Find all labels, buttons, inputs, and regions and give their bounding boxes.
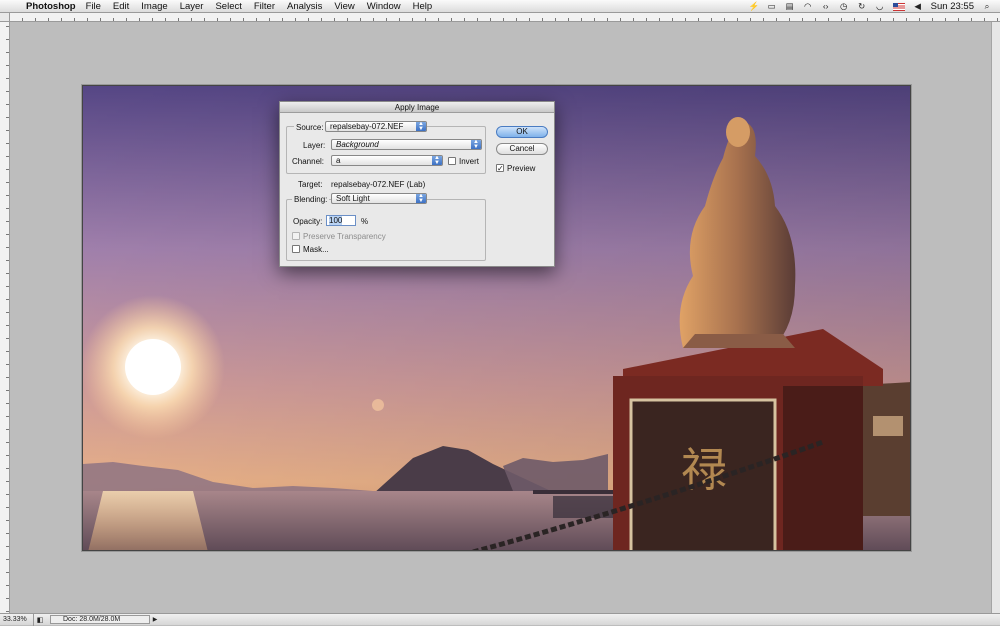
headphones-icon[interactable]: ◡ <box>875 2 885 11</box>
status-menu-arrow-icon[interactable]: ▶ <box>150 616 160 623</box>
ruler-top[interactable] <box>10 13 1000 22</box>
popup-arrows-icon: ▲ ▼ <box>416 122 426 131</box>
apply-image-dialog: Apply Image Source: repalsebay-072.NEF ▲… <box>279 101 555 267</box>
menu-file[interactable]: File <box>86 1 101 12</box>
opacity-label: Opacity: <box>293 217 323 226</box>
channel-value: a <box>336 156 341 165</box>
menu-help[interactable]: Help <box>413 1 433 12</box>
menu-view[interactable]: View <box>334 1 354 12</box>
opacity-input[interactable]: 100 <box>326 215 356 226</box>
menu-bar: Photoshop File Edit Image Layer Select F… <box>0 0 1000 13</box>
popup-arrows-icon: ▲ ▼ <box>416 194 426 203</box>
opacity-value: 100 <box>329 216 343 225</box>
mask-checkbox[interactable] <box>292 245 300 253</box>
dialog-title[interactable]: Apply Image <box>280 102 554 113</box>
sync-icon[interactable]: ↻ <box>857 2 867 11</box>
source-group <box>286 126 486 174</box>
window-icon[interactable]: ▭ <box>767 2 777 11</box>
channel-popup[interactable]: a ▲ ▼ <box>331 155 443 166</box>
ok-button[interactable]: OK <box>496 126 548 138</box>
calendar-icon[interactable]: ▤ <box>785 2 795 11</box>
clock[interactable]: Sun 23:55 <box>931 1 974 12</box>
menu-image[interactable]: Image <box>141 1 167 12</box>
time-machine-icon[interactable]: ◷ <box>839 2 849 11</box>
source-value: repalsebay-072.NEF <box>330 122 404 131</box>
menu-edit[interactable]: Edit <box>113 1 129 12</box>
wifi-icon[interactable]: ◠ <box>803 2 813 11</box>
preview-checkbox[interactable]: ✓ <box>496 164 504 173</box>
opacity-unit: % <box>361 217 369 226</box>
preserve-transparency-checkbox[interactable] <box>292 232 300 240</box>
menu-filter[interactable]: Filter <box>254 1 275 12</box>
doc-size-info[interactable]: Doc: 28.0M/28.0M <box>50 615 150 624</box>
status-nav-icon[interactable]: ◧ <box>34 616 46 624</box>
source-label: Source: <box>294 123 326 132</box>
status-bar: 33.33% ◧ Doc: 28.0M/28.0M ▶ <box>0 613 1000 626</box>
code-icon[interactable]: ‹› <box>821 2 831 11</box>
blending-popup[interactable]: Soft Light ▲ ▼ <box>331 193 427 204</box>
preview-label[interactable]: Preview <box>507 164 535 173</box>
blending-label: Blending: <box>292 195 330 204</box>
zoom-level[interactable]: 33.33% <box>0 613 34 626</box>
popup-arrows-icon: ▲ ▼ <box>432 156 442 165</box>
target-value: repalsebay-072.NEF (Lab) <box>331 180 426 189</box>
svg-text:禄: 禄 <box>681 443 727 497</box>
us-flag-icon[interactable] <box>892 2 905 11</box>
bolt-icon[interactable]: ⚡ <box>749 2 760 11</box>
mask-label[interactable]: Mask... <box>303 245 329 254</box>
cancel-button[interactable]: Cancel <box>496 143 548 155</box>
target-label: Target: <box>298 180 323 189</box>
invert-label[interactable]: Invert <box>459 157 479 166</box>
menu-extras: ⚡ ▭ ▤ ◠ ‹› ◷ ↻ ◡ ◀ Sun 23:55 ⌕ <box>749 0 992 13</box>
ruler-origin[interactable] <box>0 13 10 22</box>
layer-label: Layer: <box>303 141 326 150</box>
preserve-transparency-label[interactable]: Preserve Transparency <box>303 232 386 241</box>
invert-checkbox[interactable] <box>448 157 456 165</box>
app-menu[interactable]: Photoshop <box>26 1 76 12</box>
menu-analysis[interactable]: Analysis <box>287 1 322 12</box>
layer-popup[interactable]: Background ▲ ▼ <box>331 139 482 150</box>
volume-icon[interactable]: ◀ <box>913 2 923 11</box>
menu-window[interactable]: Window <box>367 1 401 12</box>
layer-value: Background <box>336 140 379 149</box>
popup-arrows-icon: ▲ ▼ <box>471 140 481 149</box>
vertical-scrollbar[interactable] <box>991 22 1000 613</box>
menu-layer[interactable]: Layer <box>180 1 204 12</box>
blending-value: Soft Light <box>336 194 370 203</box>
menu-select[interactable]: Select <box>215 1 241 12</box>
spotlight-icon[interactable]: ⌕ <box>982 2 992 11</box>
channel-label: Channel: <box>292 157 325 166</box>
ruler-left[interactable] <box>0 13 10 613</box>
source-popup[interactable]: repalsebay-072.NEF ▲ ▼ <box>325 121 427 132</box>
